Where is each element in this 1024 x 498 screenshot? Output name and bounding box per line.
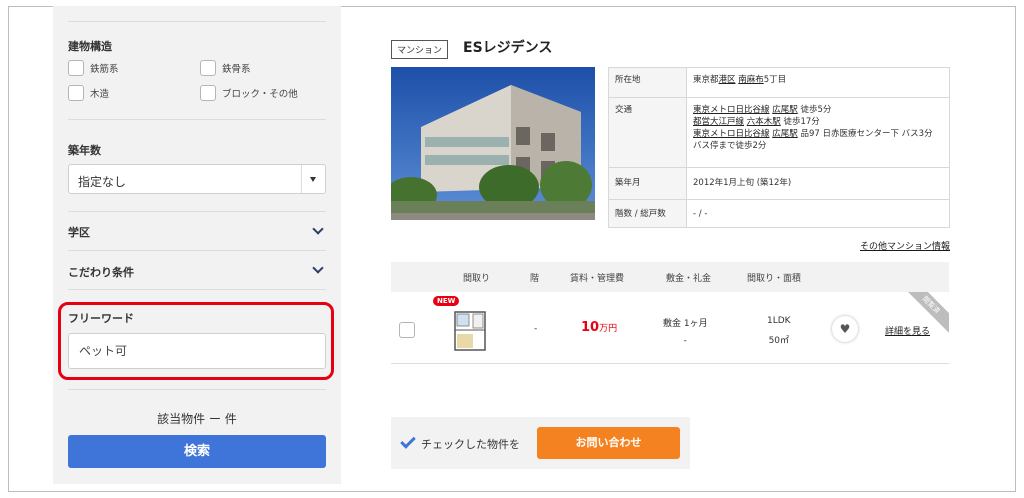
- favorite-button[interactable]: ♥: [832, 316, 858, 342]
- chevron-down-icon[interactable]: [312, 262, 324, 274]
- location-suffix: 5丁目: [763, 75, 787, 85]
- info-value-floors: - / -: [686, 199, 950, 228]
- info-value-transit: 東京メトロ日比谷線 広尾駅 徒歩5分 都営大江戸線 六本木駅 徒歩17分 東京メ…: [686, 97, 950, 168]
- other-mansion-info-link[interactable]: その他マンション情報: [860, 239, 950, 252]
- divider: [68, 389, 326, 390]
- transit-line-link[interactable]: 東京メトロ日比谷線: [693, 129, 770, 139]
- search-button[interactable]: 検索: [68, 435, 326, 468]
- room-layout-area: 1LDK 50㎡: [767, 316, 791, 346]
- option-label: 木造: [90, 89, 110, 100]
- option-label: 鉄筋系: [90, 64, 119, 75]
- property-info-table: 所在地 東京都港区 南麻布5丁目 交通 東京メトロ日比谷線 広尾駅 徒歩5分 都…: [608, 67, 950, 228]
- room-checkbox[interactable]: [399, 322, 415, 338]
- inquiry-button[interactable]: お問い合わせ: [537, 427, 680, 459]
- floor-plan-image: [454, 311, 486, 351]
- info-row-location: 所在地 東京都港区 南麻布5丁目: [608, 67, 950, 98]
- info-label: 所在地: [608, 67, 687, 98]
- transit-walk: 徒歩17分: [783, 117, 820, 127]
- deposit-value: 敷金 1ヶ月: [663, 319, 708, 329]
- rent-number: 10: [581, 320, 600, 335]
- property-name: ESレジデンス: [463, 40, 553, 56]
- info-row-floors: 階数 / 総戸数 - / -: [608, 199, 950, 228]
- structure-title: 建物構造: [68, 40, 112, 53]
- divider: [68, 250, 326, 251]
- key-money-value: -: [683, 336, 687, 346]
- property-type-tag: マンション: [391, 40, 449, 59]
- floor-plan-thumbnail[interactable]: [449, 306, 495, 354]
- checkbox[interactable]: [68, 60, 84, 76]
- divider: [68, 211, 326, 212]
- new-badge: NEW: [433, 296, 460, 306]
- location-prefix: 東京都: [693, 75, 719, 85]
- room-deposit: 敷金 1ヶ月 -: [663, 316, 708, 346]
- age-title: 築年数: [68, 144, 101, 157]
- info-label: 築年月: [608, 167, 687, 200]
- option-label: 鉄骨系: [222, 64, 251, 75]
- view-details-link[interactable]: 詳細を見る: [885, 324, 930, 337]
- header-area: 間取り・面積: [747, 274, 802, 284]
- structure-option-wood[interactable]: 木造: [68, 85, 109, 101]
- room-rent: 10万円: [581, 320, 617, 335]
- select-caret-box[interactable]: [301, 165, 325, 193]
- room-row[interactable]: NEW - 10万円 敷金 1ヶ月 - 1LDK 50㎡ ♥ 詳細を見る 閲覧済: [391, 292, 949, 364]
- conditions-toggle[interactable]: こだわり条件: [68, 264, 134, 280]
- info-label: 交通: [608, 97, 687, 168]
- transit-station-link[interactable]: 広尾駅: [772, 105, 798, 115]
- checked-items-label: チェックした物件を: [421, 438, 520, 451]
- divider: [68, 119, 326, 120]
- info-value-built: 2012年1月上旬 (築12年): [686, 167, 950, 200]
- area-value: 50㎡: [768, 336, 790, 346]
- room-table-header: 間取り 階 賃料・管理費 敷金・礼金 間取り・面積: [391, 262, 949, 292]
- header-deposit: 敷金・礼金: [666, 274, 712, 284]
- divider: [68, 289, 326, 290]
- divider: [68, 21, 326, 22]
- info-row-built: 築年月 2012年1月上旬 (築12年): [608, 167, 950, 200]
- school-district-toggle[interactable]: 学区: [68, 224, 90, 240]
- checkbox[interactable]: [200, 60, 216, 76]
- header-layout: 間取り: [463, 274, 491, 284]
- transit-line-link[interactable]: 東京メトロ日比谷線: [693, 105, 770, 115]
- age-select-value: 指定なし: [78, 175, 127, 189]
- room-floor: -: [534, 324, 538, 334]
- search-sidebar: 建物構造 鉄筋系 鉄骨系 木造 ブロック・その他 築年数 指定なし 学区 こだわ…: [53, 6, 341, 484]
- property-photo[interactable]: [391, 67, 595, 220]
- rent-unit: 万円: [599, 324, 618, 334]
- header-floor: 階: [530, 274, 540, 284]
- check-icon: [400, 433, 416, 449]
- town-link[interactable]: 南麻布: [738, 75, 764, 85]
- structure-option-block[interactable]: ブロック・その他: [200, 85, 298, 101]
- bulk-action-bar: チェックした物件を お問い合わせ: [391, 417, 690, 469]
- result-count: 該当物件 ー 件: [157, 412, 237, 426]
- structure-option-steel[interactable]: 鉄骨系: [200, 60, 251, 76]
- checkbox[interactable]: [200, 85, 216, 101]
- chevron-down-icon[interactable]: [312, 223, 324, 235]
- layout-value: 1LDK: [767, 316, 791, 326]
- heart-icon: ♥: [839, 322, 851, 336]
- building-photo-image: [391, 67, 595, 220]
- info-label: 階数 / 総戸数: [608, 199, 687, 228]
- transit-station-link[interactable]: 六本木駅: [747, 117, 781, 127]
- info-row-transit: 交通 東京メトロ日比谷線 広尾駅 徒歩5分 都営大江戸線 六本木駅 徒歩17分 …: [608, 97, 950, 168]
- header-rent: 賃料・管理費: [570, 274, 625, 284]
- ward-link[interactable]: 港区: [719, 75, 736, 85]
- checkbox[interactable]: [68, 85, 84, 101]
- structure-option-rc[interactable]: 鉄筋系: [68, 60, 119, 76]
- info-value-location: 東京都港区 南麻布5丁目: [686, 67, 950, 98]
- transit-station-link[interactable]: 広尾駅: [772, 129, 798, 139]
- caret-down-icon: [310, 177, 316, 182]
- transit-line-link[interactable]: 都営大江戸線: [693, 117, 744, 127]
- age-select[interactable]: 指定なし: [68, 164, 326, 194]
- option-label: ブロック・その他: [222, 89, 298, 100]
- freeword-input[interactable]: ペット可: [68, 333, 326, 369]
- transit-walk: 徒歩5分: [800, 105, 832, 115]
- freeword-title: フリーワード: [68, 312, 134, 325]
